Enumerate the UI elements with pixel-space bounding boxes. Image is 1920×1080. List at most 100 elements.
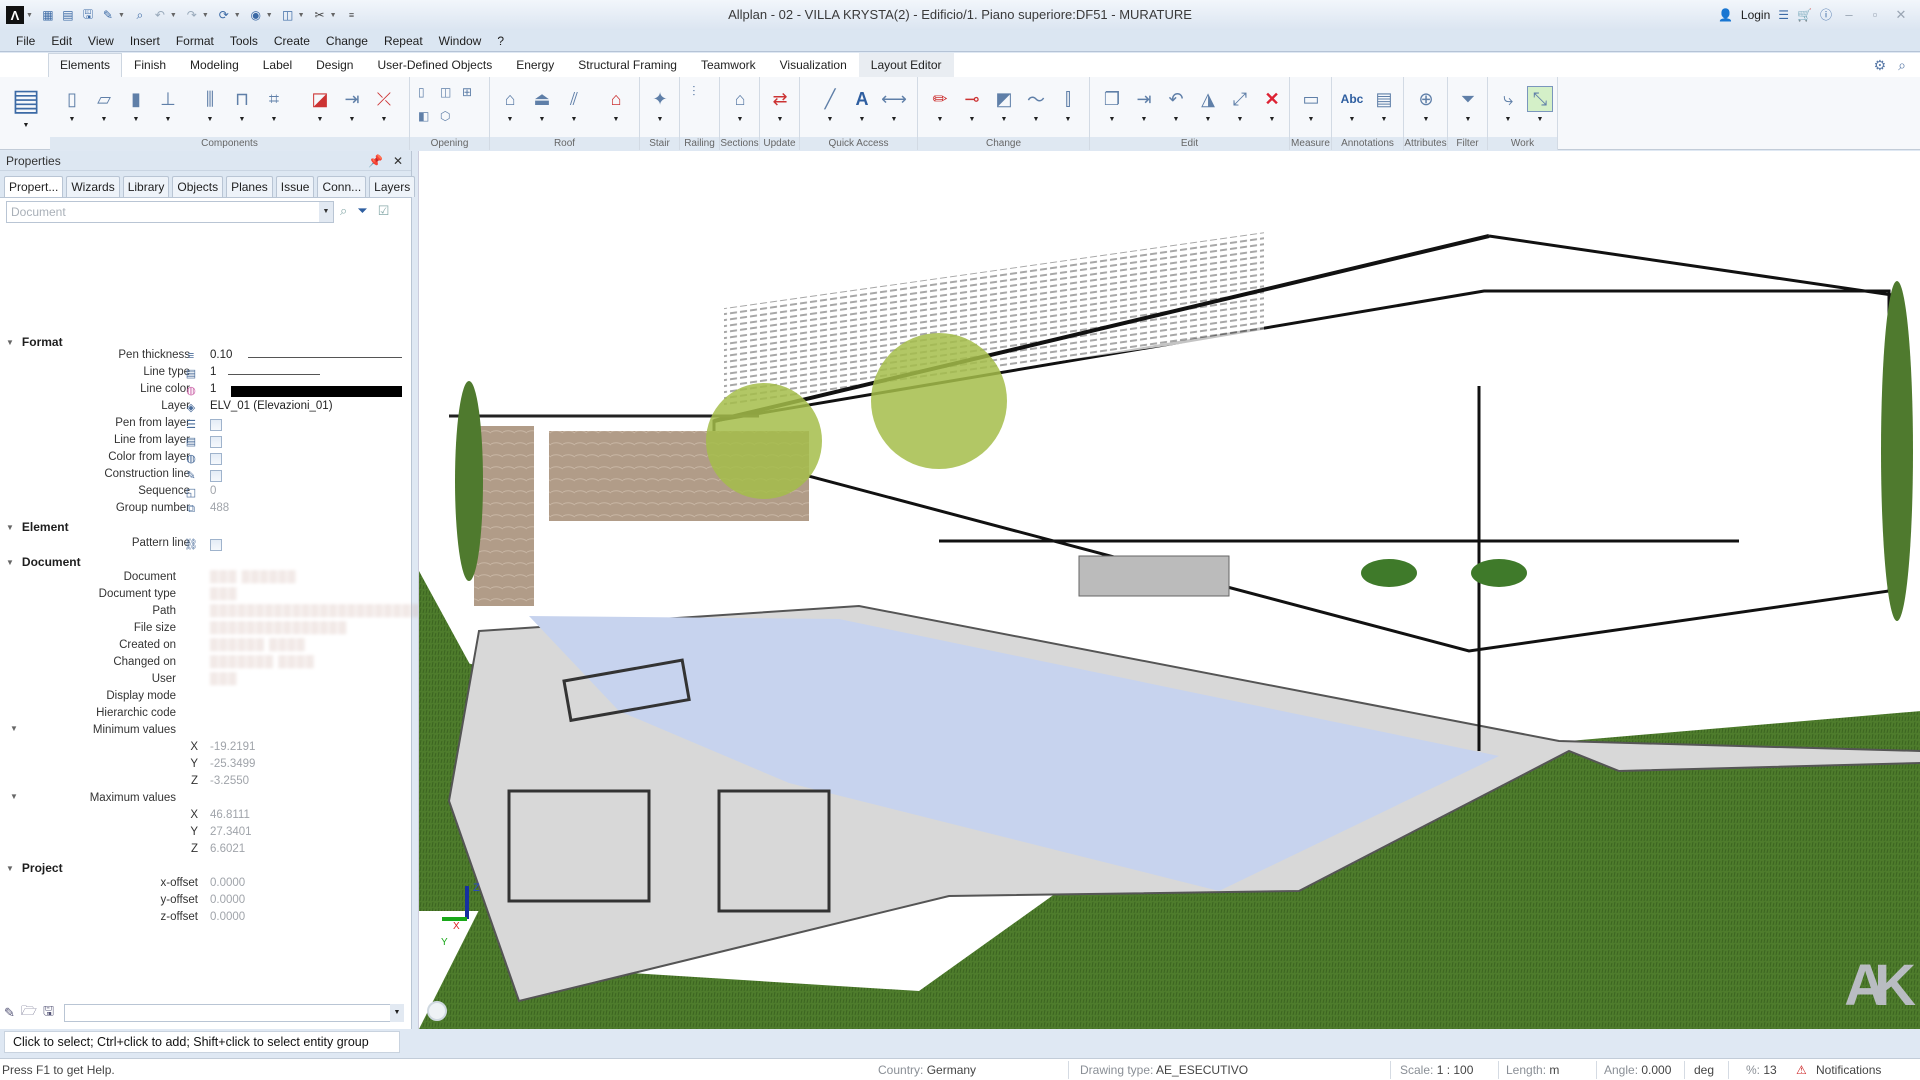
- save-favorite-icon[interactable]: 🖫: [43, 1002, 54, 1024]
- user-icon[interactable]: 👤: [1718, 8, 1733, 22]
- object-selector[interactable]: Document ▼: [6, 201, 334, 223]
- section-document[interactable]: ▼ Document: [6, 555, 81, 569]
- cart-icon[interactable]: 🛒: [1797, 8, 1812, 22]
- tool-copy[interactable]: ❐ ▼: [1098, 87, 1126, 131]
- tab-properties[interactable]: Propert...: [4, 176, 64, 197]
- tab-modeling[interactable]: Modeling: [178, 53, 251, 77]
- tool-line[interactable]: ╱ ▼: [816, 87, 844, 131]
- tool-attributes[interactable]: ⊕ ▼: [1412, 87, 1440, 131]
- pattern-line-checkbox[interactable]: [210, 539, 222, 551]
- visibility-icon[interactable]: ◉: [248, 7, 264, 23]
- tool-beam[interactable]: ⫼ ▼: [196, 87, 224, 131]
- tool-adjust[interactable]: ◩ ▼: [990, 87, 1018, 131]
- length-value[interactable]: m: [1549, 1063, 1559, 1077]
- tab-issue[interactable]: Issue ...: [275, 176, 315, 208]
- menu-view[interactable]: View: [80, 34, 122, 48]
- task-area-button[interactable]: ▤ ▼: [4, 79, 48, 147]
- tool-measure[interactable]: ▭ ▼: [1297, 87, 1325, 131]
- visibility-dropdown-icon[interactable]: ▼: [266, 12, 273, 19]
- window-icon[interactable]: ◫: [440, 85, 451, 99]
- tab-energy[interactable]: Energy: [504, 53, 566, 77]
- tab-elements[interactable]: Elements: [48, 53, 123, 77]
- tool-roof-structure[interactable]: ⌂ ▼: [496, 87, 524, 131]
- tool-roof-covering[interactable]: ⌂ ▼: [602, 87, 630, 131]
- menu-change[interactable]: Change: [318, 34, 376, 48]
- tool-delete-join[interactable]: ⤫ ▼: [370, 87, 398, 131]
- notifications-button[interactable]: Notifications: [1816, 1063, 1881, 1077]
- tools-dropdown-icon[interactable]: ▼: [330, 12, 337, 19]
- tables-icon[interactable]: ▤: [60, 7, 76, 23]
- door-icon[interactable]: ▯: [418, 85, 425, 99]
- menu-tools[interactable]: Tools: [222, 34, 266, 48]
- tab-finish[interactable]: Finish: [122, 53, 178, 77]
- tab-layers[interactable]: Layers: [369, 176, 416, 197]
- collapse-icon[interactable]: ▼: [10, 792, 18, 801]
- color-from-layer-checkbox[interactable]: [210, 453, 222, 465]
- navigation-wheel-icon[interactable]: [427, 1001, 447, 1021]
- tool-text[interactable]: A ▼: [848, 87, 876, 131]
- login-button[interactable]: Login: [1741, 8, 1770, 22]
- line-from-layer-checkbox[interactable]: [210, 436, 222, 448]
- tool-stair-wizard[interactable]: ✦ ▼: [646, 87, 674, 131]
- tool-column[interactable]: ▮ ▼: [122, 87, 150, 131]
- tool-rotate[interactable]: ↶ ▼: [1162, 87, 1190, 131]
- tool-perspective-view[interactable]: ⤡ ▼: [1526, 86, 1554, 131]
- drawing-type-value[interactable]: AE_ESECUTIVO: [1156, 1063, 1248, 1077]
- allplan-logo-icon[interactable]: Λ: [6, 6, 24, 24]
- tool-foundation[interactable]: ⊥ ▼: [154, 87, 182, 131]
- tool-legend[interactable]: ▤ ▼: [1370, 87, 1398, 131]
- angle-value[interactable]: 0.000: [1641, 1063, 1671, 1077]
- tool-rafters[interactable]: ⫽ ▼: [560, 87, 588, 131]
- tab-design[interactable]: Design: [304, 53, 365, 77]
- tab-structural-framing[interactable]: Structural Framing: [566, 53, 689, 77]
- prop-pen-thickness[interactable]: Pen thickness ≡ 0.10: [0, 349, 412, 366]
- task-area-dropdown-icon[interactable]: ▼: [23, 122, 30, 129]
- undo-icon[interactable]: ↶: [152, 7, 168, 23]
- close-button[interactable]: ✕: [1892, 7, 1910, 23]
- prop-maximum-values[interactable]: ▼ Maximum values: [0, 792, 412, 809]
- country-value[interactable]: Germany: [927, 1063, 976, 1077]
- tool-join[interactable]: ⇥ ▼: [338, 87, 366, 131]
- save-icon[interactable]: 🖫: [80, 7, 96, 23]
- smartpart-door-icon[interactable]: ◧: [418, 109, 429, 123]
- zoom-to-icon[interactable]: ⌕: [340, 203, 347, 219]
- prop-line-type[interactable]: Line type ▤ 1: [0, 366, 412, 383]
- tool-dimension[interactable]: ⟷ ▼: [880, 87, 908, 131]
- tools-icon[interactable]: ✂: [312, 7, 328, 23]
- tool-polyline[interactable]: 〜 ▼: [1022, 87, 1050, 131]
- filter-icon[interactable]: ⏷: [357, 203, 367, 219]
- undo-dropdown-icon[interactable]: ▼: [170, 12, 177, 19]
- favorites-input[interactable]: [64, 1004, 397, 1022]
- open-edit-dropdown-icon[interactable]: ▼: [118, 12, 125, 19]
- tool-wall[interactable]: ▯ ▼: [58, 87, 86, 131]
- tab-objects[interactable]: Objects: [172, 176, 224, 197]
- tool-modify[interactable]: ✏ ▼: [926, 87, 954, 131]
- tab-connections[interactable]: Conn...: [317, 176, 367, 197]
- open-edit-icon[interactable]: ✎: [100, 7, 116, 23]
- search-icon[interactable]: ⌕: [1898, 57, 1906, 74]
- angle-unit[interactable]: deg: [1694, 1063, 1714, 1077]
- tool-delete[interactable]: ✕ ▼: [1258, 87, 1286, 131]
- 3d-viewport[interactable]: Z X Y AK: [418, 151, 1920, 1029]
- menu-create[interactable]: Create: [266, 34, 318, 48]
- refresh-icon[interactable]: ⟳: [216, 7, 232, 23]
- tab-user-defined-objects[interactable]: User-Defined Objects: [365, 53, 504, 77]
- tool-filter[interactable]: ⏷ ▼: [1454, 87, 1482, 131]
- tab-label[interactable]: Label: [251, 53, 304, 77]
- tab-library[interactable]: Library: [122, 176, 170, 197]
- section-project[interactable]: ▼ Project: [6, 861, 63, 875]
- tab-teamwork[interactable]: Teamwork: [689, 53, 768, 77]
- layout-icon[interactable]: ◫: [280, 7, 296, 23]
- construction-line-checkbox[interactable]: [210, 470, 222, 482]
- notification-alert-icon[interactable]: ⚠: [1796, 1063, 1807, 1077]
- smartpart-window-icon[interactable]: ⬡: [440, 109, 450, 123]
- eyedropper-icon[interactable]: ✎: [4, 1005, 15, 1021]
- menu-file[interactable]: File: [8, 34, 43, 48]
- settings-gear-icon[interactable]: ⚙: [1874, 57, 1887, 74]
- tab-visualization[interactable]: Visualization: [768, 53, 859, 77]
- maximize-button[interactable]: ▫: [1866, 7, 1884, 22]
- panel-close-icon[interactable]: ✕: [393, 154, 403, 168]
- menu-format[interactable]: Format: [168, 34, 222, 48]
- tool-slab[interactable]: ▱ ▼: [90, 87, 118, 131]
- section-format[interactable]: ▼ Format: [6, 335, 63, 349]
